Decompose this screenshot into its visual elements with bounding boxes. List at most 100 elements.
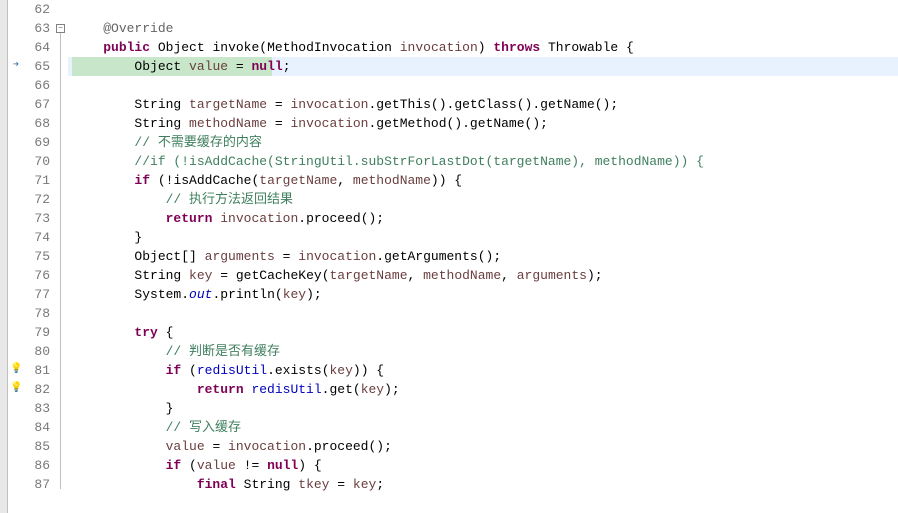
code-token: != [236,458,267,473]
code-token: getMethod [376,116,446,131]
code-token: = [267,97,290,112]
code-line[interactable]: System.out.println(key); [68,285,898,304]
code-token: try [134,325,157,340]
code-line[interactable] [68,0,898,19]
line-number: 82 [24,380,50,399]
code-token: invocation [220,211,298,226]
line-number: 64 [24,38,50,57]
line-number: 74 [24,228,50,247]
code-token: System [134,287,181,302]
code-line[interactable]: try { [68,323,898,342]
code-line[interactable]: if (value != null) { [68,456,898,475]
code-token [72,192,166,207]
code-line[interactable]: String targetName = invocation.getThis()… [68,95,898,114]
code-line[interactable]: } [68,228,898,247]
code-line[interactable]: public Object invoke(MethodInvocation in… [68,38,898,57]
code-token: (! [150,173,173,188]
line-number: 86 [24,456,50,475]
code-token: // 执行方法返回结果 [166,192,293,207]
code-line[interactable]: // 写入缓存 [68,418,898,437]
code-token: } [72,401,173,416]
code-token [181,59,189,74]
code-line[interactable]: } [68,399,898,418]
code-token [72,249,134,264]
code-token: getArguments [384,249,478,264]
code-token: methodName [353,173,431,188]
code-token: proceed [306,211,361,226]
code-token [72,211,166,226]
light-marker-icon[interactable]: 💡 [10,364,22,376]
fold-toggle-icon[interactable]: − [56,24,65,33]
code-token [72,97,134,112]
code-token: . [376,249,384,264]
line-number: 72 [24,190,50,209]
code-token: // 不需要缓存的内容 [134,135,261,150]
code-token: Object [158,40,205,55]
code-line[interactable]: Object value = null; [68,57,898,76]
code-token: arguments [205,249,275,264]
code-line[interactable]: String key = getCacheKey(targetName, met… [68,266,898,285]
line-number: 71 [24,171,50,190]
code-token [72,420,166,435]
code-token: if [166,458,182,473]
code-token: = [212,268,235,283]
code-line[interactable]: value = invocation.proceed(); [68,437,898,456]
code-token: (); [361,211,384,226]
code-line[interactable]: // 判断是否有缓存 [68,342,898,361]
code-token: . [181,287,189,302]
code-token: proceed [314,439,369,454]
code-token: getName [470,116,525,131]
code-token: , [408,268,424,283]
code-line[interactable]: // 不需要缓存的内容 [68,133,898,152]
code-line[interactable]: String methodName = invocation.getMethod… [68,114,898,133]
code-token: get [329,382,352,397]
code-line[interactable]: if (redisUtil.exists(key)) { [68,361,898,380]
code-line[interactable]: return invocation.proceed(); [68,209,898,228]
line-number-gutter: 6263646566676869707172737475767778798081… [24,0,54,513]
code-token: invocation [290,116,368,131]
line-number: 76 [24,266,50,285]
code-token: ; [376,477,384,492]
line-number: 75 [24,247,50,266]
code-token: if [166,363,182,378]
code-token [72,116,134,131]
line-number: 81 [24,361,50,380]
code-token: )) { [353,363,384,378]
code-line[interactable]: // 执行方法返回结果 [68,190,898,209]
code-line[interactable]: //if (!isAddCache(StringUtil.subStrForLa… [68,152,898,171]
left-ruler [0,0,8,513]
code-token: (); [525,116,548,131]
code-token [72,21,103,36]
code-line[interactable] [68,304,898,323]
code-token [72,363,166,378]
code-line[interactable]: if (!isAddCache(targetName, methodName))… [68,171,898,190]
code-token [181,97,189,112]
code-token: public [103,40,150,55]
code-token [181,268,189,283]
code-token: String [134,268,181,283]
code-token: // 写入缓存 [166,420,241,435]
code-token: throws [493,40,540,55]
code-token: . [298,211,306,226]
code-token [72,173,134,188]
code-token: , [337,173,353,188]
light-marker-icon[interactable]: 💡 [10,383,22,395]
code-line[interactable]: @Override [68,19,898,38]
code-line[interactable]: return redisUtil.get(key); [68,380,898,399]
line-number: 67 [24,95,50,114]
arrow-marker-icon[interactable]: ➔ [10,60,22,72]
code-token: = [228,59,251,74]
code-editor-area[interactable]: @Override public Object invoke(MethodInv… [68,0,898,513]
code-line[interactable]: final String tkey = key; [68,475,898,494]
code-token: invoke [212,40,259,55]
code-line[interactable] [68,76,898,95]
line-number: 65 [24,57,50,76]
code-token: methodName [423,268,501,283]
code-token: String [244,477,291,492]
code-token: ( [322,268,330,283]
code-token: @Override [103,21,173,36]
code-token: { [158,325,174,340]
code-token: ) { [298,458,321,473]
code-line[interactable]: Object[] arguments = invocation.getArgum… [68,247,898,266]
line-number: 62 [24,0,50,19]
